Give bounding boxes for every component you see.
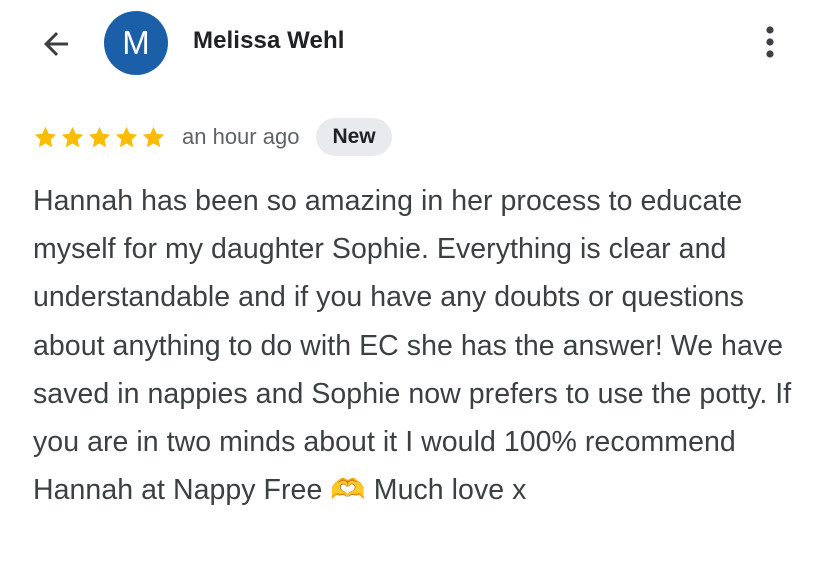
star-rating bbox=[33, 125, 166, 150]
new-badge: New bbox=[316, 118, 392, 156]
author-name[interactable]: Melissa Wehl bbox=[193, 27, 344, 55]
more-vert-icon bbox=[766, 26, 774, 58]
review-time: an hour ago bbox=[182, 124, 300, 149]
avatar[interactable]: M bbox=[104, 11, 168, 75]
more-options-button[interactable] bbox=[748, 20, 792, 64]
review-text: Hannah has been so amazing in her proces… bbox=[33, 185, 792, 507]
arrow-left-icon bbox=[44, 32, 68, 56]
back-button[interactable] bbox=[34, 22, 78, 66]
star-icon bbox=[115, 126, 138, 147]
star-icon bbox=[61, 126, 84, 147]
star-icon bbox=[142, 126, 165, 147]
avatar-initial: M bbox=[122, 24, 150, 61]
star-icon bbox=[88, 126, 111, 147]
star-icon bbox=[34, 126, 57, 147]
review-meta: an hour ago New bbox=[33, 118, 392, 156]
review-header: M Melissa Wehl bbox=[0, 0, 828, 90]
